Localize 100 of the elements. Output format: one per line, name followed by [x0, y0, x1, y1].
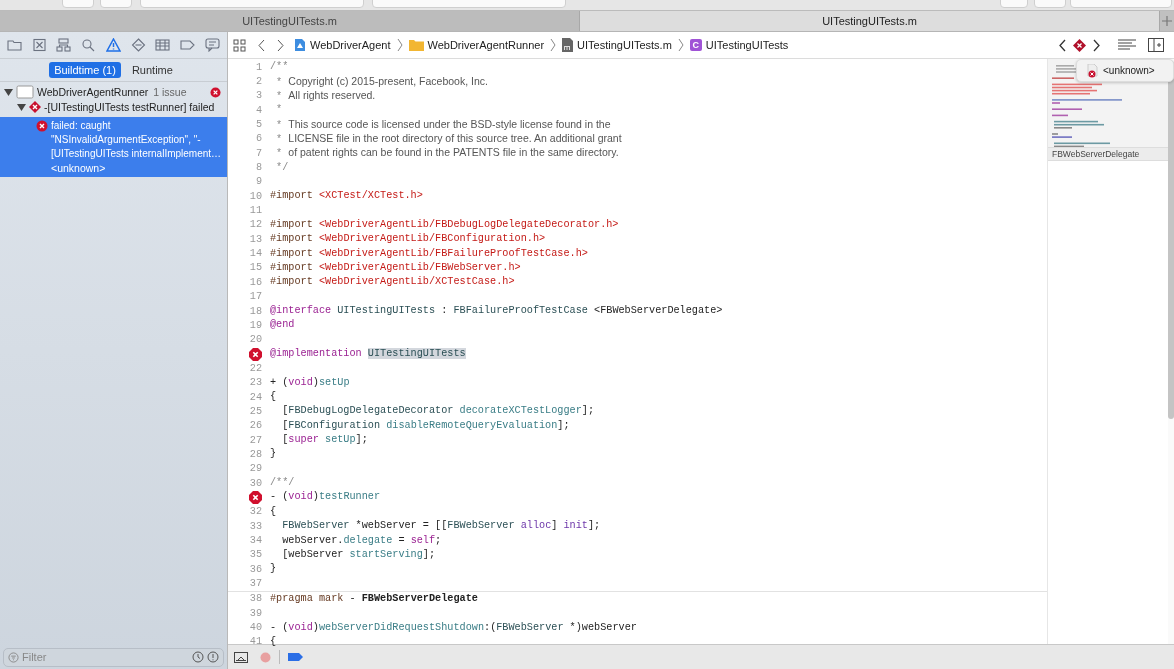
jump-bar-item[interactable]: WebDriverAgent [294, 38, 391, 52]
warn-icon [105, 38, 121, 52]
filter-input[interactable]: Filter [22, 651, 189, 663]
code-line: #import <WebDriverAgentLib/FBConfiguration.h> [270, 232, 546, 247]
line-number: 10 [249, 190, 262, 202]
code-line: { [270, 504, 277, 519]
issue-label: -[UITestingUITests testRunner] failed [44, 100, 216, 114]
folder-icon [6, 38, 22, 52]
line-number: 8 [255, 162, 262, 174]
navigator-tab[interactable] [130, 38, 146, 52]
split-editor-icon[interactable] [1148, 38, 1164, 52]
line-number: 14 [249, 248, 262, 260]
navigator-tab[interactable] [31, 38, 47, 52]
editor-tab[interactable]: UITestingUITests.m [0, 11, 580, 31]
disclosure-triangle-icon[interactable] [4, 88, 13, 97]
tag-icon [180, 38, 196, 52]
line-number: 17 [249, 291, 262, 303]
forward-icon[interactable] [276, 38, 284, 52]
code-line: #import <WebDriverAgentLib/FBFailureProofTestCase.h> [270, 246, 588, 261]
jump-bar-item[interactable]: WebDriverAgentRunner [408, 39, 545, 51]
editor-tab[interactable]: UITestingUITests.m [580, 11, 1160, 31]
navigator-tab[interactable] [180, 38, 196, 52]
issue-row[interactable]: WebDriverAgentRunner 1 issue [0, 85, 227, 100]
scope-tab[interactable]: Buildtime (1) [49, 62, 121, 78]
back-icon[interactable] [258, 38, 266, 52]
chevron-icon [396, 38, 403, 52]
line-number: 36 [249, 563, 262, 575]
filter-icon [8, 651, 19, 663]
navigator-tab[interactable] [6, 38, 22, 52]
code-line: * LICENSE file in the root directory of this source tree. An additional grant [275, 130, 622, 147]
code-line: */ [275, 160, 289, 175]
jump-bar-item[interactable]: C UITestingUITests [689, 39, 789, 51]
line-number: 11 [249, 205, 262, 217]
code-line: @interface UITestingUITests : FBFailureProofTestCase <FBWebServerDelegate> [270, 304, 723, 318]
navigator-tab[interactable] [105, 38, 121, 52]
search-icon [81, 38, 97, 52]
line-number: 15 [249, 262, 262, 274]
warning-circle-icon[interactable] [207, 651, 219, 663]
chevron-icon [677, 38, 684, 52]
code-line: [FBConfiguration disableRemoteQueryEvaluation]; [281, 418, 570, 433]
code-line: * All rights reserved. [275, 87, 376, 104]
line-number: 27 [249, 434, 262, 446]
line-number: 12 [249, 219, 262, 231]
filter-field[interactable]: Filter [3, 647, 224, 667]
issue-count: 1 issue [153, 85, 188, 99]
code-line: - (void)webServerDidRequestShutdown:(FBWebServer *)webServer [270, 620, 637, 635]
line-number: 25 [249, 405, 262, 417]
code-line: - (void)testRunner [270, 490, 381, 505]
line-number: 30 [249, 477, 262, 489]
error-icon [29, 101, 41, 113]
line-number: 20 [249, 334, 262, 346]
navigator-tab[interactable] [81, 38, 97, 52]
line-number: 19 [249, 319, 262, 331]
chevron-icon [550, 38, 557, 52]
lines-icon[interactable] [1118, 39, 1136, 51]
issue-label: WebDriverAgentRunner [37, 85, 149, 99]
file-error-icon [1087, 63, 1099, 78]
issue-row[interactable]: failed: caught "NSInvalidArgumentException", "-[UITestingUITests internalImplement… <unknown> [0, 117, 227, 177]
code-line: #import <WebDriverAgentLib/FBDebugLogDelegateDecorator.h> [270, 217, 619, 232]
issue-popover[interactable]: <unknown> [1076, 59, 1174, 82]
console-toggle-icon[interactable] [234, 651, 248, 663]
line-number: 37 [249, 578, 262, 590]
code-line: [FBDebugLogDelegateDecorator decorateXCTestLogger]; [281, 404, 595, 419]
code-line: /**/ [270, 476, 295, 491]
clock-icon[interactable] [192, 651, 204, 663]
line-number: 1 [255, 61, 262, 73]
error-icon[interactable] [1073, 38, 1086, 52]
target-icon [16, 85, 34, 99]
line-number: 23 [249, 377, 262, 389]
error-icon [210, 87, 221, 98]
breakpoint-icon[interactable] [288, 652, 303, 662]
line-number: 18 [249, 305, 262, 317]
scope-tab[interactable]: Runtime [126, 62, 178, 78]
disclosure-triangle-icon[interactable] [17, 103, 26, 112]
line-number: 28 [249, 448, 262, 460]
navigator-tab[interactable] [155, 38, 171, 52]
line-number: 38 [249, 593, 262, 605]
next-issue-icon[interactable] [1092, 38, 1100, 52]
folder-icon [408, 39, 424, 51]
error-marker-icon[interactable] [249, 347, 262, 361]
line-number: 6 [255, 133, 262, 145]
line-number: 32 [249, 506, 262, 518]
line-number: 2 [255, 76, 262, 87]
code-line: #import <WebDriverAgentLib/XCTestCase.h> [270, 275, 515, 290]
line-number: 33 [249, 520, 262, 532]
jump-bar-item[interactable]: UITestingUITests.m [562, 38, 672, 52]
issue-label: failed: caught "NSInvalidArgumentException", "-[UITestingUITests internalImplement… [51, 119, 223, 161]
line-number: 26 [249, 420, 262, 432]
previous-issue-icon[interactable] [1059, 38, 1067, 52]
line-number: 34 [249, 535, 262, 546]
grid-icon[interactable] [233, 38, 246, 52]
code-line: @end [270, 318, 295, 333]
navigator-tab[interactable] [205, 38, 220, 52]
code-line: #import <WebDriverAgentLib/FBWebServer.h> [270, 261, 521, 275]
code-line: } [270, 562, 277, 577]
minimap-mark-label[interactable]: FBWebServerDelegate [1048, 147, 1168, 161]
line-number: 22 [249, 362, 262, 374]
project-icon [294, 38, 306, 52]
issue-row[interactable]: -[UITestingUITests testRunner] failed [0, 100, 227, 115]
error-marker-icon[interactable] [249, 491, 262, 504]
